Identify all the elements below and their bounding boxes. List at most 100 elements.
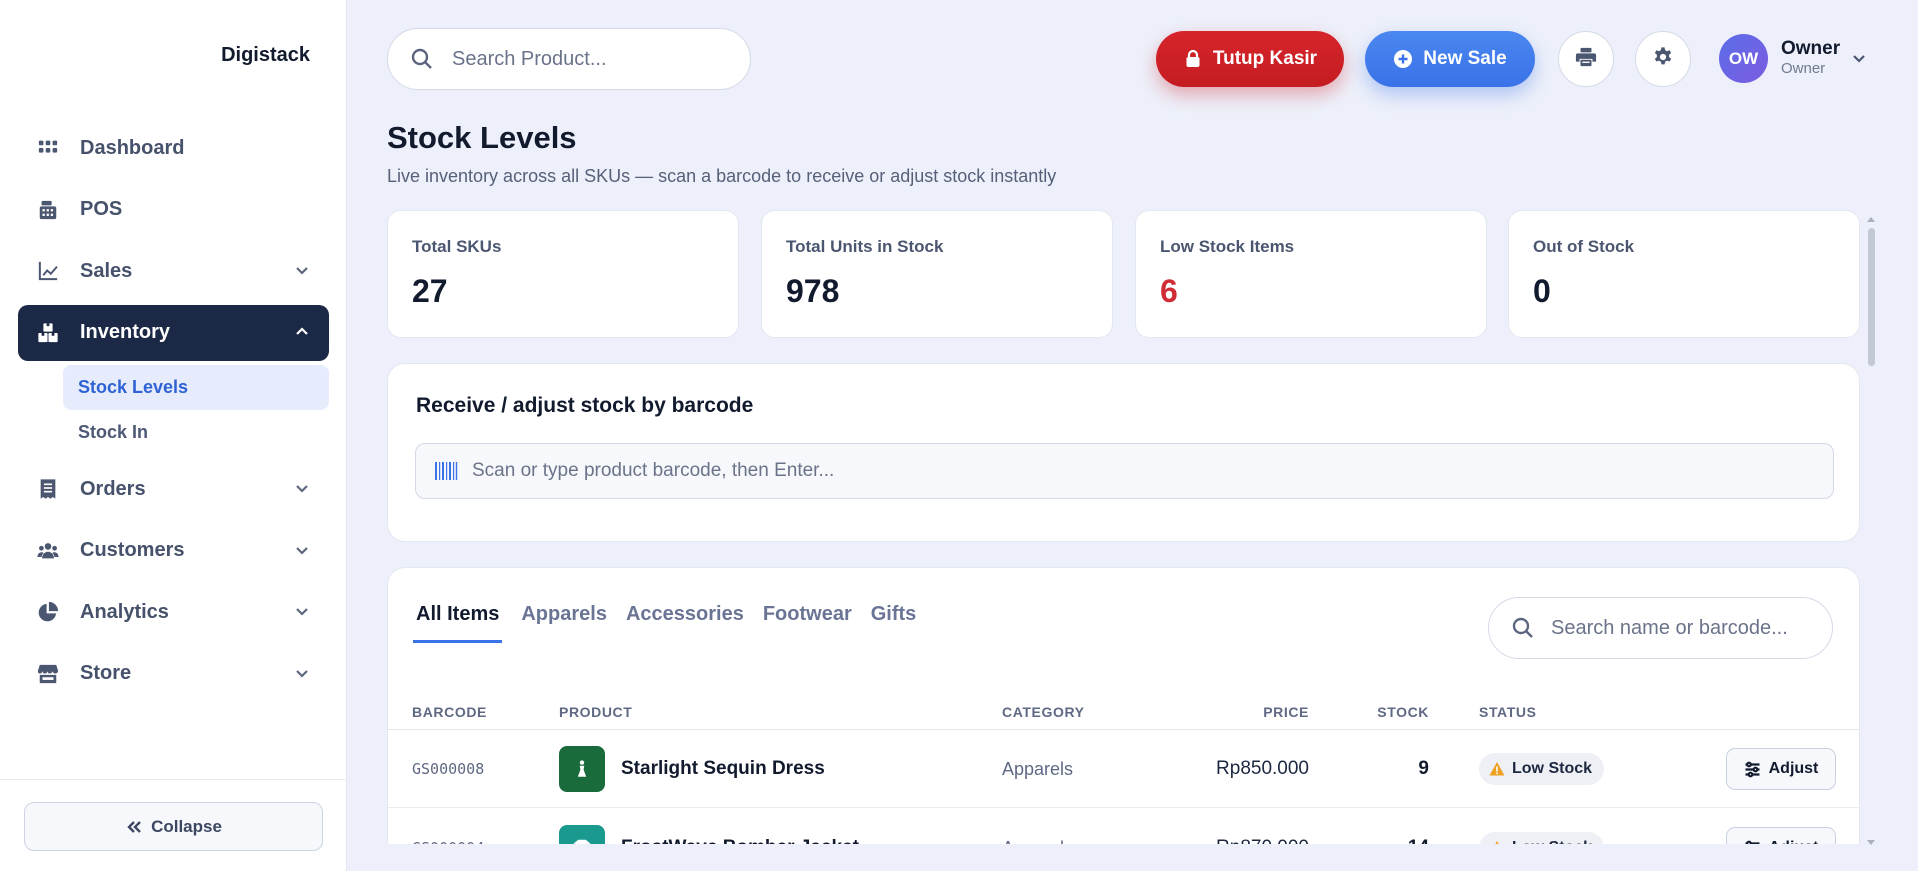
- barcode-icon: [434, 459, 458, 483]
- boxes-icon: [36, 321, 60, 345]
- cell-category: Apparels: [1002, 759, 1074, 779]
- collapse-label: Collapse: [151, 816, 222, 836]
- column-header-category[interactable]: CATEGORY: [1002, 704, 1085, 720]
- sidebar-item-label: Inventory: [80, 321, 171, 343]
- search-icon: [410, 47, 434, 71]
- user-name[interactable]: Owner: [1781, 38, 1840, 60]
- stat-label: Total Units in Stock: [786, 237, 944, 256]
- category-tabs: All Items Apparels Accessories Footwear …: [413, 603, 935, 643]
- column-header-price[interactable]: PRICE: [1263, 704, 1309, 720]
- barcode-field[interactable]: [415, 443, 1834, 499]
- chevron-down-icon: [293, 602, 311, 620]
- settings-button[interactable]: [1635, 31, 1691, 87]
- sidebar-item-inventory[interactable]: Inventory: [18, 304, 329, 361]
- users-icon: [36, 539, 60, 563]
- tab-all-items[interactable]: All Items: [413, 603, 503, 643]
- sidebar-item-orders[interactable]: Orders: [18, 461, 329, 517]
- sidebar-item-customers[interactable]: Customers: [18, 523, 329, 579]
- column-header-barcode[interactable]: BARCODE: [412, 704, 487, 720]
- items-search-input[interactable]: [1551, 616, 1811, 640]
- content-bottom-edge: [347, 844, 1918, 871]
- user-role: Owner: [1781, 60, 1826, 77]
- sliders-icon: [1744, 761, 1761, 778]
- chevron-down-icon: [293, 664, 311, 682]
- close-register-button[interactable]: Tutup Kasir: [1156, 31, 1344, 87]
- tab-footwear[interactable]: Footwear: [763, 603, 852, 643]
- receipt-icon: [36, 477, 60, 501]
- items-search[interactable]: [1488, 597, 1833, 659]
- inventory-subnav: Stock Levels Stock In: [63, 365, 329, 455]
- register-icon: [36, 198, 60, 222]
- new-sale-button[interactable]: New Sale: [1365, 31, 1535, 87]
- sidebar-subitem-stock-levels[interactable]: Stock Levels: [63, 365, 329, 410]
- sidebar-item-analytics[interactable]: Analytics: [18, 584, 329, 640]
- column-header-product[interactable]: PRODUCT: [559, 704, 632, 720]
- barcode-card: Receive / adjust stock by barcode: [387, 363, 1860, 542]
- sidebar-item-sales[interactable]: Sales: [18, 243, 329, 299]
- close-register-label: Tutup Kasir: [1212, 48, 1318, 69]
- table-header: BARCODE PRODUCT CATEGORY PRICE STOCK STA…: [388, 693, 1859, 730]
- product-thumbnail: [559, 746, 605, 792]
- sidebar-subitem-stock-in[interactable]: Stock In: [63, 410, 329, 455]
- product-search[interactable]: [387, 28, 751, 90]
- warning-icon: [1489, 761, 1505, 777]
- table-row[interactable]: GS000008 Starlight Sequin Dress Apparels…: [388, 730, 1859, 808]
- column-header-stock[interactable]: STOCK: [1377, 704, 1429, 720]
- sidebar-item-label: Customers: [80, 539, 185, 561]
- scroll-up-arrow-icon[interactable]: [1866, 212, 1876, 222]
- search-icon: [1511, 616, 1535, 640]
- sidebar-nav: Dashboard POS Sales Inventory Stock Leve…: [18, 120, 329, 707]
- double-chevron-left-icon: [125, 818, 143, 836]
- sidebar-footer: Collapse: [0, 779, 347, 871]
- sidebar-item-label: Sales: [80, 259, 133, 282]
- column-header-status[interactable]: STATUS: [1479, 704, 1537, 720]
- sidebar-item-label: Store: [80, 662, 132, 684]
- sidebar-item-dashboard[interactable]: Dashboard: [18, 120, 329, 176]
- stat-label: Out of Stock: [1533, 237, 1635, 256]
- new-sale-label: New Sale: [1423, 48, 1507, 69]
- store-icon: [36, 662, 60, 686]
- chevron-down-icon: [293, 261, 311, 279]
- sidebar-item-label: Dashboard: [80, 136, 185, 159]
- stat-label: Total SKUs: [412, 237, 502, 256]
- sidebar: Digistack Dashboard POS Sales Inventory …: [0, 0, 347, 871]
- scroll-down-arrow-icon[interactable]: [1866, 834, 1876, 845]
- grid-icon: [36, 136, 60, 160]
- sidebar-item-store[interactable]: Store: [18, 646, 329, 702]
- page-title: Stock Levels: [387, 120, 577, 155]
- plus-circle-icon: [1393, 49, 1413, 69]
- chart-line-icon: [36, 259, 60, 283]
- pie-chart-icon: [36, 600, 60, 624]
- print-button[interactable]: [1558, 31, 1614, 87]
- printer-icon: [1575, 46, 1597, 73]
- status-badge: Low Stock: [1479, 753, 1605, 785]
- avatar[interactable]: OW: [1719, 34, 1768, 83]
- tab-accessories[interactable]: Accessories: [626, 603, 744, 643]
- barcode-input[interactable]: [472, 460, 1772, 482]
- scrollbar-thumb[interactable]: [1868, 228, 1875, 366]
- stat-card-total-units: Total Units in Stock 978: [761, 210, 1113, 338]
- chevron-down-icon[interactable]: [1851, 50, 1867, 66]
- adjust-label: Adjust: [1768, 760, 1819, 777]
- gear-icon: [1652, 46, 1674, 73]
- stat-label: Low Stock Items: [1160, 237, 1295, 256]
- cell-price: Rp850.000: [1216, 758, 1309, 779]
- collapse-button[interactable]: Collapse: [24, 802, 323, 851]
- tab-apparels[interactable]: Apparels: [521, 603, 607, 643]
- cell-stock: 9: [1418, 758, 1429, 779]
- items-card: All Items Apparels Accessories Footwear …: [387, 567, 1860, 871]
- tab-gifts[interactable]: Gifts: [871, 603, 917, 643]
- chevron-down-icon: [293, 479, 311, 497]
- brand-logo[interactable]: Digistack: [221, 44, 310, 67]
- stat-card-out-of-stock: Out of Stock 0: [1508, 210, 1860, 338]
- product-search-input[interactable]: [452, 47, 732, 71]
- adjust-button[interactable]: Adjust: [1726, 748, 1836, 790]
- chevron-up-icon: [293, 323, 311, 341]
- stat-value: 6: [1160, 273, 1178, 309]
- sidebar-item-pos[interactable]: POS: [18, 182, 329, 238]
- stat-value: 978: [786, 273, 840, 309]
- sidebar-item-label: Orders: [80, 477, 146, 500]
- sidebar-item-label: POS: [80, 198, 123, 220]
- sidebar-item-label: Analytics: [80, 600, 169, 623]
- cell-product[interactable]: Starlight Sequin Dress: [621, 758, 825, 780]
